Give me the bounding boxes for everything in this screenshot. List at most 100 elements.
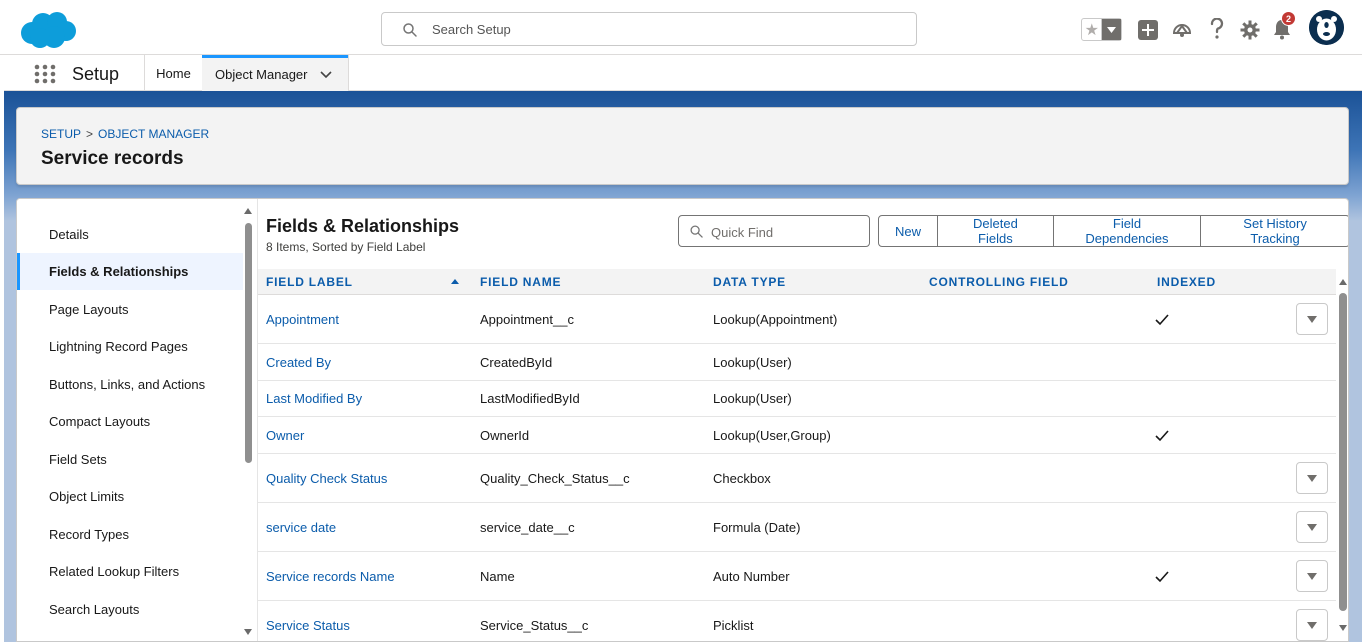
scrollbar-thumb[interactable] (245, 223, 252, 463)
field-label-link[interactable]: service date (266, 503, 336, 551)
favorites-group[interactable]: ★ (1081, 18, 1122, 41)
column-header-controlling-field[interactable]: CONTROLLING FIELD (929, 269, 1069, 295)
scrollbar-thumb[interactable] (1339, 293, 1347, 611)
chevron-down-icon[interactable] (320, 70, 332, 80)
sidebar-item-search-layouts[interactable]: Search Layouts (17, 591, 243, 628)
fields-relationships-panel: Fields & Relationships 8 Items, Sorted b… (257, 199, 1348, 641)
sidebar-item-lightning-record-pages[interactable]: Lightning Record Pages (17, 328, 243, 365)
table-header: FIELD LABEL FIELD NAME DATA TYPE CONTROL… (258, 269, 1336, 295)
row-actions-menu-button[interactable] (1296, 511, 1328, 543)
deleted-fields-button[interactable]: Deleted Fields (938, 215, 1054, 247)
chevron-down-icon (1307, 315, 1317, 323)
row-actions-menu-button[interactable] (1296, 609, 1328, 641)
field-label-link[interactable]: Owner (266, 417, 304, 453)
favorites-dropdown-icon[interactable] (1102, 19, 1121, 40)
indexed-check-icon (1155, 430, 1169, 442)
field-name: Name (480, 568, 515, 584)
breadcrumb-object-manager[interactable]: OBJECT MANAGER (98, 127, 209, 141)
quick-find[interactable] (678, 215, 870, 247)
set-history-tracking-button[interactable]: Set History Tracking (1201, 215, 1348, 247)
field-label-link[interactable]: Quality Check Status (266, 454, 387, 502)
new-button[interactable]: New (878, 215, 939, 247)
scroll-up-arrow-icon[interactable] (1339, 279, 1347, 285)
nav-divider (348, 55, 349, 91)
column-header-indexed[interactable]: INDEXED (1157, 269, 1216, 295)
object-detail-card: Details Fields & Relationships Page Layo… (16, 198, 1349, 642)
field-name: OwnerId (480, 427, 530, 443)
object-sidebar: Details Fields & Relationships Page Layo… (17, 199, 257, 641)
column-header-data-type[interactable]: DATA TYPE (713, 269, 786, 295)
data-type: Formula (Date) (713, 519, 801, 535)
sort-ascending-icon[interactable] (451, 279, 459, 284)
sidebar-item-buttons-links-actions[interactable]: Buttons, Links, and Actions (17, 366, 243, 403)
data-type: Lookup(Appointment) (713, 311, 838, 327)
field-label-link[interactable]: Last Modified By (266, 381, 362, 416)
indexed-check-icon (1155, 314, 1169, 326)
scroll-down-arrow-icon[interactable] (244, 629, 252, 635)
trailhead-icon[interactable] (1171, 19, 1193, 41)
sidebar-item-field-sets[interactable]: Field Sets (17, 441, 243, 478)
page-title: Service records (41, 148, 184, 169)
search-icon (690, 225, 703, 238)
data-type: Lookup(User,Group) (713, 427, 831, 443)
row-actions-menu-button[interactable] (1296, 560, 1328, 592)
data-type: Lookup(User) (713, 391, 792, 406)
sidebar-item-related-lookup-filters[interactable]: Related Lookup Filters (17, 553, 243, 590)
field-label-link[interactable]: Service Status (266, 601, 350, 641)
data-type: Picklist (713, 617, 754, 633)
tab-home[interactable]: Home (145, 55, 202, 91)
column-header-label: FIELD LABEL (266, 275, 353, 289)
field-label-link[interactable]: Appointment (266, 295, 339, 343)
row-actions-menu-button[interactable] (1296, 303, 1328, 335)
notification-count-badge: 2 (1281, 11, 1296, 26)
action-button-group: New Deleted Fields Field Dependencies Se… (878, 215, 1348, 247)
breadcrumb-separator: > (86, 127, 94, 141)
section-title: Fields & Relationships (266, 216, 460, 236)
breadcrumb-setup[interactable]: SETUP (41, 127, 81, 141)
tab-object-manager[interactable]: Object Manager (202, 55, 348, 91)
field-name: CreatedById (480, 354, 553, 370)
data-type: Checkbox (713, 470, 771, 486)
sidebar-scrollbar[interactable] (243, 203, 255, 641)
page-header: SETUP > OBJECT MANAGER Service records (16, 107, 1349, 185)
column-header-field-name[interactable]: FIELD NAME (480, 269, 561, 295)
table-row: Appointment Appointment__c Lookup(Appoin… (258, 295, 1336, 344)
breadcrumb: SETUP > OBJECT MANAGER (41, 127, 209, 141)
table-row: Service records Name Name Auto Number (258, 552, 1336, 601)
scroll-up-arrow-icon[interactable] (244, 208, 252, 214)
window-edge (1362, 0, 1366, 642)
sidebar-item-object-limits[interactable]: Object Limits (17, 478, 243, 515)
sidebar-item-page-layouts[interactable]: Page Layouts (17, 291, 243, 328)
chevron-down-icon (1307, 572, 1317, 580)
items-summary: 8 Items, Sorted by Field Label (266, 240, 426, 254)
add-icon[interactable] (1138, 20, 1158, 40)
row-actions-menu-button[interactable] (1296, 462, 1328, 494)
user-avatar[interactable] (1309, 10, 1344, 45)
global-search[interactable] (381, 12, 917, 46)
data-type: Auto Number (713, 568, 790, 584)
sidebar-item-compact-layouts[interactable]: Compact Layouts (17, 403, 243, 440)
favorite-star-icon[interactable]: ★ (1082, 19, 1103, 40)
quick-find-input[interactable] (711, 222, 861, 242)
sidebar-item-fields-relationships[interactable]: Fields & Relationships (17, 253, 243, 290)
data-type: Lookup(User) (713, 354, 792, 370)
salesforce-cloud-logo[interactable] (18, 9, 78, 51)
search-input[interactable] (432, 19, 902, 39)
column-header-field-label[interactable]: FIELD LABEL (266, 269, 466, 295)
sidebar-item-record-types[interactable]: Record Types (17, 516, 243, 553)
scroll-down-arrow-icon[interactable] (1339, 625, 1347, 631)
search-icon (403, 23, 417, 37)
setup-gear-icon[interactable] (1240, 20, 1260, 40)
table-scrollbar[interactable] (1336, 271, 1348, 641)
field-dependencies-button[interactable]: Field Dependencies (1053, 215, 1202, 247)
field-name: Quality_Check_Status__c (480, 470, 630, 486)
table-row: Service Status Service_Status__c Picklis… (258, 601, 1336, 641)
table-row: service date service_date__c Formula (Da… (258, 503, 1336, 552)
app-launcher-icon[interactable] (34, 64, 56, 84)
help-icon[interactable] (1209, 18, 1225, 40)
field-name: LastModifiedById (480, 391, 580, 406)
field-label-link[interactable]: Service records Name (266, 552, 395, 600)
context-bar: Setup Home Object Manager (4, 55, 1362, 91)
sidebar-item-details[interactable]: Details (17, 216, 243, 253)
field-label-link[interactable]: Created By (266, 344, 331, 380)
